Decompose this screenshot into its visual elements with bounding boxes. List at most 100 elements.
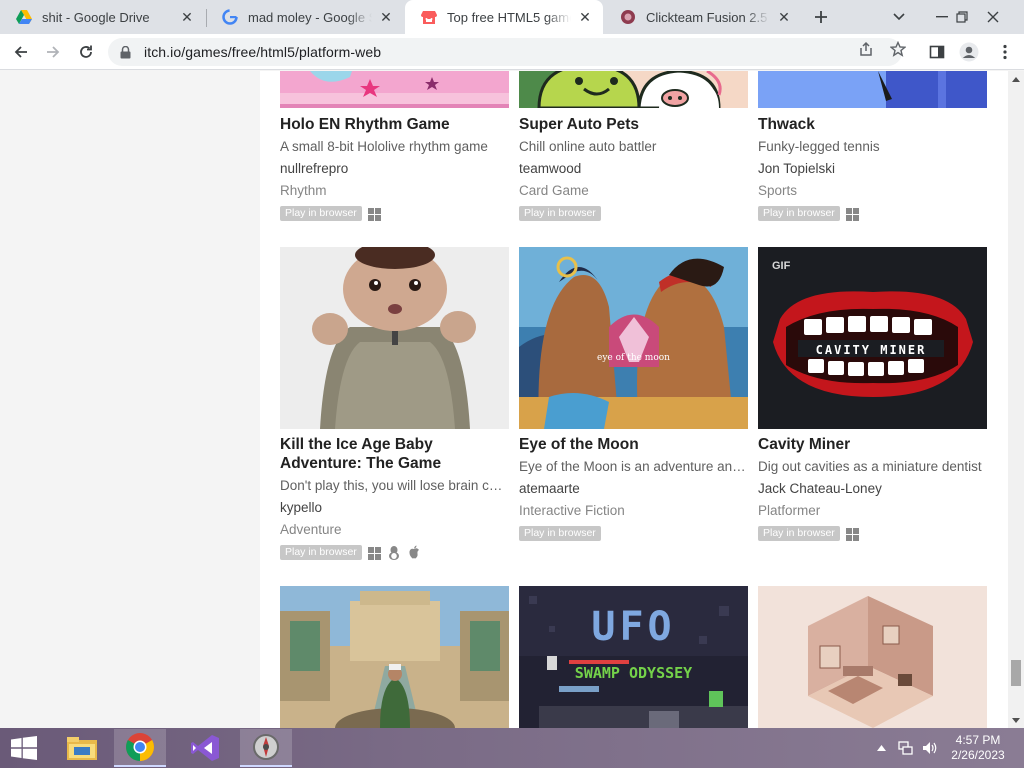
tray-overflow-chevron-icon[interactable] xyxy=(872,728,890,768)
windows-icon xyxy=(845,527,859,541)
game-author[interactable]: kypello xyxy=(280,500,322,515)
clickteam-icon xyxy=(620,9,636,25)
game-thumbnail[interactable] xyxy=(280,586,509,728)
tab-title: shit - Google Drive xyxy=(42,9,150,25)
system-clock[interactable]: 4:57 PM 2/26/2023 xyxy=(940,733,1016,763)
forward-button[interactable] xyxy=(38,37,68,67)
game-title[interactable]: Holo EN Rhythm Game xyxy=(280,115,509,134)
thumb-caption: CAVITY MINER xyxy=(815,343,927,357)
tab-google-drive[interactable]: shit - Google Drive ✕ xyxy=(0,0,205,34)
tab-title: Top free HTML5 games for web xyxy=(447,9,571,25)
game-grid: Holo EN Rhythm Game A small 8-bit Hololi… xyxy=(260,71,1008,728)
apple-icon xyxy=(407,545,421,559)
tab-title: Clickteam Fusion 2.5 HTML5 exporter xyxy=(646,9,770,25)
game-author[interactable]: Jon Topielski xyxy=(758,161,835,176)
game-cell-holo-en: Holo EN Rhythm Game A small 8-bit Hololi… xyxy=(280,71,509,231)
game-cell-cavity-miner: GIF CAVITY MINER Cavity Miner Dig out ca… xyxy=(758,247,987,567)
tab-search-chevron-icon[interactable] xyxy=(882,0,916,34)
network-icon[interactable] xyxy=(895,728,917,768)
side-panel-icon[interactable] xyxy=(922,37,952,67)
windows-icon xyxy=(845,207,859,221)
game-cell-desert-temple xyxy=(280,586,509,728)
lock-icon[interactable] xyxy=(120,45,134,59)
game-cell-super-auto-pets: Super Auto Pets Chill online auto battle… xyxy=(519,71,748,231)
game-description: Eye of the Moon is an adventure and expl… xyxy=(519,459,748,474)
browser-toolbar: itch.io/games/free/html5/platform-web xyxy=(0,34,1024,70)
visual-studio-icon[interactable] xyxy=(179,729,231,767)
game-thumbnail[interactable] xyxy=(280,71,509,108)
scroll-up-icon[interactable] xyxy=(1008,71,1024,87)
game-thumbnail[interactable]: UFO SWAMP ODYSSEY xyxy=(519,586,748,728)
close-icon[interactable]: ✕ xyxy=(577,9,593,25)
windows-taskbar: 4:57 PM 2/26/2023 xyxy=(0,728,1024,768)
bookmark-star-icon[interactable] xyxy=(887,38,909,60)
game-cell-thwack: Thwack Funky-legged tennis Jon Topielski… xyxy=(758,71,987,231)
game-author[interactable]: Jack Chateau-Loney xyxy=(758,481,882,496)
back-button[interactable] xyxy=(6,37,36,67)
game-title[interactable]: Kill the Ice Age Baby Adventure: The Gam… xyxy=(280,435,509,473)
game-author[interactable]: teamwood xyxy=(519,161,581,176)
game-author[interactable]: nullrefrepro xyxy=(280,161,348,176)
vertical-scrollbar[interactable] xyxy=(1008,71,1024,728)
game-thumbnail[interactable] xyxy=(280,247,509,429)
game-cell-eye-of-the-moon: eye of the moon Eye of the Moon Eye of t… xyxy=(519,247,748,567)
game-thumbnail[interactable]: GIF CAVITY MINER xyxy=(758,247,987,429)
clickteam-fusion-icon[interactable] xyxy=(240,729,292,767)
volume-icon[interactable] xyxy=(919,728,941,768)
clock-time: 4:57 PM xyxy=(955,733,1001,747)
play-in-browser-badge: Play in browser xyxy=(280,545,362,560)
close-icon[interactable]: ✕ xyxy=(776,9,792,25)
game-description: A small 8-bit Hololive rhythm game xyxy=(280,139,488,154)
game-cell-ufo-swamp-odyssey: UFO SWAMP ODYSSEY xyxy=(519,586,748,728)
start-windows-icon[interactable] xyxy=(0,729,48,767)
page-viewport: Holo EN Rhythm Game A small 8-bit Hololi… xyxy=(0,71,1008,728)
game-thumbnail[interactable] xyxy=(758,586,987,728)
tab-google-search[interactable]: mad moley - Google Search ✕ xyxy=(206,0,404,34)
game-description: Dig out cavities as a miniature dentist xyxy=(758,459,982,474)
tab-clickteam[interactable]: Clickteam Fusion 2.5 HTML5 exporter ✕ xyxy=(604,0,802,34)
game-description: Funky-legged tennis xyxy=(758,139,880,154)
play-in-browser-badge: Play in browser xyxy=(758,206,840,221)
game-genre: Sports xyxy=(758,183,798,198)
close-icon[interactable]: ✕ xyxy=(179,9,195,25)
url-text: itch.io/games/free/html5/platform-web xyxy=(144,44,382,60)
play-in-browser-badge: Play in browser xyxy=(280,206,362,221)
game-thumbnail[interactable]: eye of the moon xyxy=(519,247,748,429)
restore-button[interactable] xyxy=(945,0,979,34)
game-cell-ice-age-baby: Kill the Ice Age Baby Adventure: The Gam… xyxy=(280,247,509,567)
scrollbar-thumb[interactable] xyxy=(1011,660,1021,686)
windows-icon xyxy=(367,207,381,221)
file-explorer-icon[interactable] xyxy=(56,729,108,767)
share-icon[interactable] xyxy=(855,38,877,60)
game-genre: Interactive Fiction xyxy=(519,503,625,518)
play-in-browser-badge: Play in browser xyxy=(519,526,601,541)
game-title[interactable]: Eye of the Moon xyxy=(519,435,748,454)
new-tab-button[interactable] xyxy=(808,5,834,29)
windows-icon xyxy=(367,546,381,560)
itchio-icon xyxy=(421,9,437,25)
game-author[interactable]: atemaarte xyxy=(519,481,580,496)
thumb-caption-title: UFO xyxy=(591,604,676,650)
scroll-down-icon[interactable] xyxy=(1008,712,1024,728)
thumb-caption: eye of the moon xyxy=(597,353,670,363)
profile-avatar-icon[interactable] xyxy=(954,37,984,67)
gif-label: GIF xyxy=(772,260,791,272)
clock-date: 2/26/2023 xyxy=(951,748,1005,762)
chrome-taskbar-icon[interactable] xyxy=(114,729,166,767)
game-thumbnail[interactable] xyxy=(758,71,987,108)
tab-strip: shit - Google Drive ✕ mad moley - Google… xyxy=(0,0,1024,34)
google-icon xyxy=(222,9,238,25)
game-cell-isometric-room xyxy=(758,586,987,728)
menu-kebab-icon[interactable] xyxy=(990,37,1020,67)
game-thumbnail[interactable] xyxy=(519,71,748,108)
game-title[interactable]: Thwack xyxy=(758,115,987,134)
address-bar[interactable]: itch.io/games/free/html5/platform-web xyxy=(108,38,902,66)
reload-button[interactable] xyxy=(71,37,101,67)
play-in-browser-badge: Play in browser xyxy=(758,526,840,541)
game-title[interactable]: Super Auto Pets xyxy=(519,115,748,134)
close-icon[interactable]: ✕ xyxy=(378,9,394,25)
close-window-button[interactable] xyxy=(976,0,1010,34)
tab-itchio[interactable]: Top free HTML5 games for web ✕ xyxy=(405,0,603,34)
game-title[interactable]: Cavity Miner xyxy=(758,435,987,454)
game-genre: Adventure xyxy=(280,522,342,537)
